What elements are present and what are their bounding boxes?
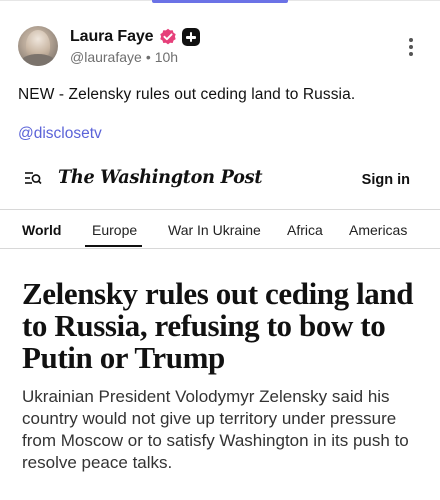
menu-search-icon[interactable]: [24, 170, 42, 188]
section-nav: World Europe War In Ukraine Africa Ameri…: [0, 210, 440, 248]
article-card-header: The Washington Post Sign in: [0, 160, 440, 200]
nav-item-world[interactable]: World: [22, 222, 61, 238]
post-text: NEW - Zelensky rules out ceding land to …: [18, 86, 356, 103]
nav-item-americas[interactable]: Americas: [349, 222, 407, 238]
washington-post-logo[interactable]: The Washington Post: [58, 166, 263, 188]
author-meta: @laurafaye • 10h: [70, 49, 178, 65]
article-subhead: Ukrainian President Volodymyr Zelensky s…: [22, 387, 409, 472]
post-timestamp: 10h: [154, 49, 179, 65]
verified-badge-icon: [159, 28, 177, 46]
top-tab-indicator-bar: [0, 0, 440, 6]
more-vertical-icon[interactable]: [408, 38, 414, 60]
nav-item-war-in-ukraine[interactable]: War In Ukraine: [168, 222, 261, 238]
sign-in-button[interactable]: Sign in: [362, 172, 410, 188]
nav-active-underline: [85, 245, 142, 247]
author-handle[interactable]: @laurafaye: [70, 49, 142, 65]
avatar[interactable]: [18, 26, 58, 66]
post-header: Laura Faye @laurafaye • 10h: [18, 26, 422, 68]
mention-link[interactable]: @disclosetv: [18, 125, 102, 143]
article-headline[interactable]: Zelensky rules out ceding land to Russia…: [22, 278, 422, 374]
plus-badge-icon: [181, 28, 200, 46]
nav-divider-bottom: [0, 248, 440, 249]
nav-item-europe[interactable]: Europe: [92, 222, 137, 238]
meta-separator: •: [145, 49, 151, 65]
active-tab-indicator: [152, 0, 288, 3]
author-display-name[interactable]: Laura Faye: [70, 28, 154, 46]
author-name-row: Laura Faye: [70, 27, 200, 47]
nav-item-africa[interactable]: Africa: [287, 222, 323, 238]
